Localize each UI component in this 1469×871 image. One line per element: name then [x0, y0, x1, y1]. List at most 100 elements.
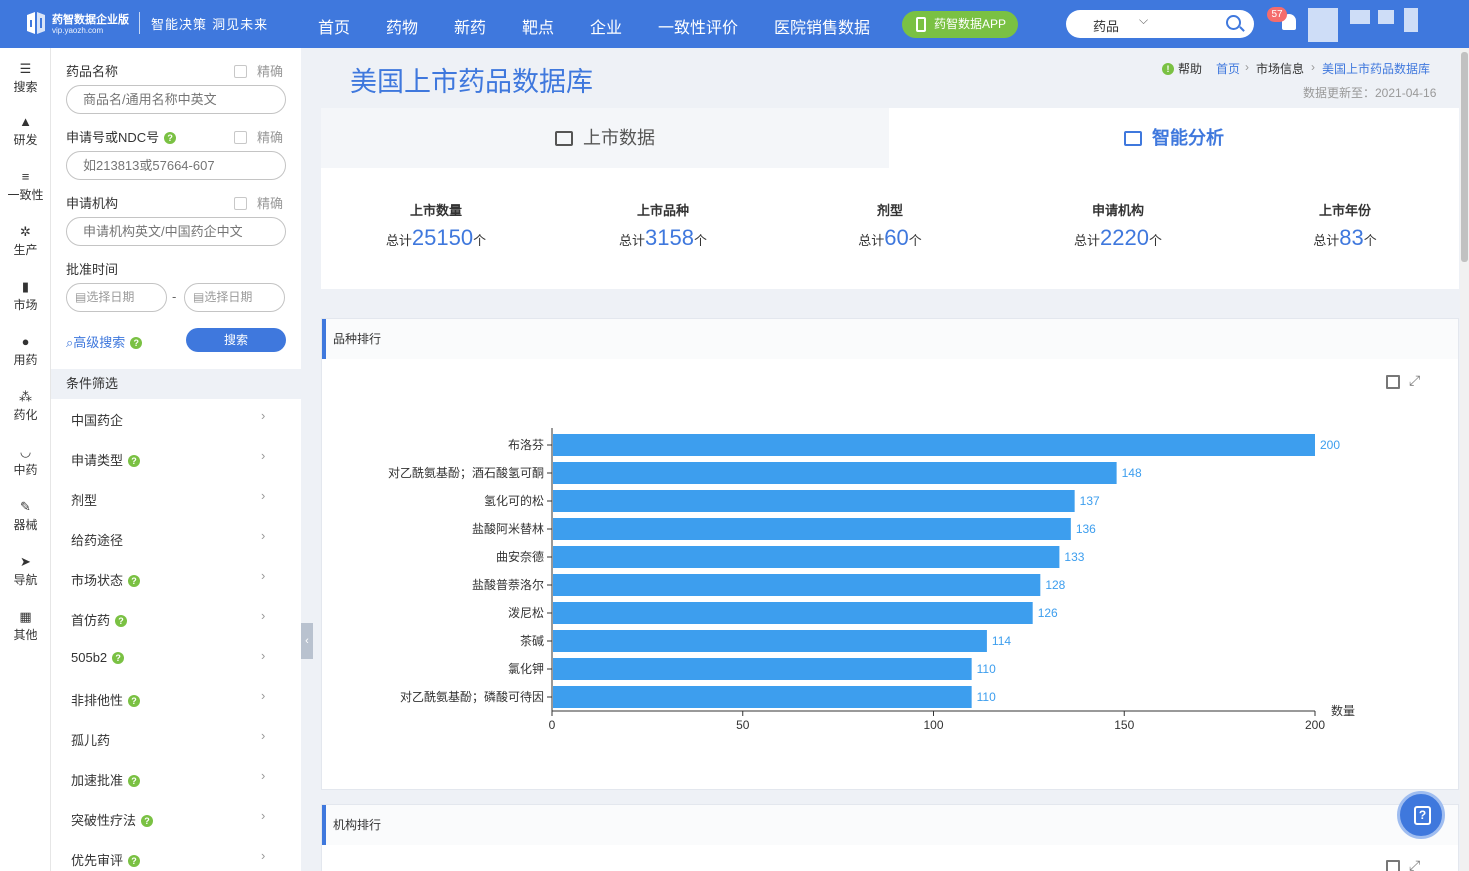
nav-home[interactable]: 首页	[318, 14, 350, 38]
sidebar-item-label: 研发	[13, 133, 38, 147]
condition-item[interactable]: 给药途径	[71, 530, 271, 549]
sidebar-item-label: 搜索	[13, 80, 38, 94]
chevron-right-icon[interactable]: ›	[261, 408, 265, 423]
data-label: 128	[1045, 578, 1065, 592]
sidebar-item-medication[interactable]: ● 用药	[0, 335, 51, 368]
condition-item[interactable]: 中国药企	[71, 410, 271, 429]
drug-name-exact-checkbox[interactable]: 精确	[234, 61, 283, 80]
stat-varieties: 上市品种 总计3158个	[583, 200, 743, 251]
help-icon[interactable]: ?	[164, 132, 177, 144]
org-exact-checkbox[interactable]: 精确	[234, 193, 283, 212]
condition-item[interactable]: 市场状态?	[71, 570, 271, 589]
help-icon[interactable]: ?	[130, 337, 143, 349]
global-search[interactable]: 药品 ⌵	[1066, 10, 1254, 38]
condition-item[interactable]: 首仿药?	[71, 610, 271, 629]
chevron-right-icon[interactable]: ›	[261, 808, 265, 823]
condition-item[interactable]: 申请类型?	[71, 450, 271, 469]
chevron-right-icon[interactable]: ›	[261, 568, 265, 583]
checkbox-icon[interactable]	[234, 197, 247, 210]
logo-title[interactable]: 药智数据企业版	[52, 11, 129, 27]
breadcrumb-market[interactable]: 市场信息	[1256, 60, 1304, 77]
sidebar-item-pharmchem[interactable]: ⁂ 药化	[0, 390, 51, 423]
chevron-right-icon[interactable]: ›	[261, 728, 265, 743]
advanced-search-link[interactable]: ⌕高级搜索?	[66, 332, 143, 351]
chevron-right-icon[interactable]: ›	[261, 528, 265, 543]
chevron-right-icon[interactable]: ›	[261, 488, 265, 503]
condition-item[interactable]: 非排他性?	[71, 690, 271, 709]
stat-label: 上市年份	[1318, 203, 1371, 218]
sidebar-item-other[interactable]: ▦ 其他	[0, 610, 51, 643]
nav-companies[interactable]: 企业	[590, 14, 622, 38]
search-button[interactable]: 搜索	[186, 328, 286, 352]
chevron-right-icon[interactable]: ›	[261, 448, 265, 463]
help-float-button[interactable]: ?	[1397, 791, 1445, 839]
condition-item[interactable]: 优先审评?	[71, 850, 271, 869]
condition-item[interactable]: 孤儿药	[71, 730, 271, 749]
date-start-field[interactable]: ▤选择日期	[66, 283, 167, 312]
checkbox-icon[interactable]	[234, 65, 247, 78]
help-icon[interactable]: ?	[128, 575, 141, 587]
chevron-right-icon[interactable]: ›	[261, 688, 265, 703]
sidebar-item-search[interactable]: ☰ 搜索	[0, 62, 51, 95]
help-link[interactable]: ! 帮助	[1162, 60, 1202, 77]
data-label: 200	[1320, 438, 1340, 452]
stat-value: 83	[1339, 225, 1364, 250]
help-icon[interactable]: ?	[128, 775, 141, 787]
condition-item[interactable]: 突破性疗法?	[71, 810, 271, 829]
category-label: 盐酸阿米替林	[472, 521, 544, 536]
app-download-button[interactable]: 药智数据APP	[902, 11, 1018, 38]
date-end-field[interactable]: ▤选择日期	[184, 283, 285, 312]
nav-hospital-sales[interactable]: 医院销售数据	[774, 14, 870, 38]
breadcrumb-current: 美国上市药品数据库	[1322, 62, 1431, 76]
sidebar-item-devices[interactable]: ✎ 器械	[0, 500, 51, 533]
collapse-panel-button[interactable]: ‹	[301, 623, 313, 659]
data-label: 114	[992, 634, 1011, 648]
logo-icon[interactable]	[24, 11, 48, 35]
sidebar-item-navigation[interactable]: ➤ 导航	[0, 555, 51, 588]
help-icon[interactable]: ?	[112, 652, 125, 664]
condition-item[interactable]: 剂型	[71, 490, 271, 509]
chevron-right-icon[interactable]: ›	[261, 848, 265, 863]
nav-consistency[interactable]: 一致性评价	[658, 14, 738, 38]
sidebar-item-market[interactable]: ▮ 市场	[0, 280, 51, 313]
help-icon[interactable]: ?	[128, 455, 141, 467]
help-icon[interactable]: ?	[128, 855, 141, 867]
search-icon[interactable]	[1226, 15, 1241, 30]
sidebar-item-consistency[interactable]: ≡ 一致性	[0, 170, 51, 203]
bar	[553, 658, 972, 680]
sidebar-item-tcm[interactable]: ◡ 中药	[0, 445, 51, 478]
chevron-down-icon[interactable]: ⌵	[1139, 13, 1148, 28]
nav-targets[interactable]: 靶点	[522, 14, 554, 38]
sidebar-item-label: 市场	[13, 298, 38, 312]
variety-ranking-panel: 品种排行 ⤢ 0 50 100 150 200 数量 布洛芬 200 对乙酰氨基酚；酒石酸氢可酮…	[321, 318, 1459, 790]
advanced-search-label: 高级搜索	[73, 335, 126, 350]
ndc-input[interactable]	[66, 151, 286, 180]
checkbox-icon[interactable]	[234, 131, 247, 144]
fullscreen-icon[interactable]: ⤢	[1409, 857, 1420, 871]
help-icon[interactable]: ?	[115, 615, 128, 627]
tab-smart-analysis[interactable]: 智能分析	[889, 108, 1459, 168]
nav-drugs[interactable]: 药物	[386, 14, 418, 38]
org-input[interactable]	[66, 217, 286, 246]
help-icon[interactable]: ?	[128, 695, 141, 707]
nav-new-drugs[interactable]: 新药	[454, 14, 486, 38]
chevron-right-icon[interactable]: ›	[261, 608, 265, 623]
category-label: 盐酸普萘洛尔	[472, 577, 544, 592]
save-icon[interactable]	[1386, 860, 1400, 871]
variety-ranking-chart: 0 50 100 150 200 数量 布洛芬 200 对乙酰氨基酚；酒石酸氢可酮 148 氢化可的…	[388, 428, 1355, 732]
chevron-right-icon[interactable]: ›	[261, 768, 265, 783]
drug-name-input[interactable]	[66, 85, 286, 114]
breadcrumb-home[interactable]: 首页	[1216, 60, 1240, 77]
tab-listing-data[interactable]: 上市数据	[321, 108, 889, 168]
help-icon[interactable]: ?	[141, 815, 154, 827]
avatar[interactable]	[1308, 8, 1338, 42]
ndc-exact-checkbox[interactable]: 精确	[234, 127, 283, 146]
search-category-select[interactable]: 药品	[1093, 16, 1119, 35]
chevron-right-icon[interactable]: ›	[261, 648, 265, 663]
sidebar-item-research[interactable]: ▲ 研发	[0, 115, 51, 148]
condition-item[interactable]: 加速批准?	[71, 770, 271, 789]
scrollbar-thumb[interactable]	[1461, 52, 1468, 262]
sidebar-item-production[interactable]: ✲ 生产	[0, 225, 51, 258]
summary-stats: 上市数量 总计25150个 上市品种 总计3158个 剂型 总计60个 申请机构 总计2…	[321, 168, 1459, 289]
condition-item[interactable]: 505b2?	[71, 650, 271, 665]
